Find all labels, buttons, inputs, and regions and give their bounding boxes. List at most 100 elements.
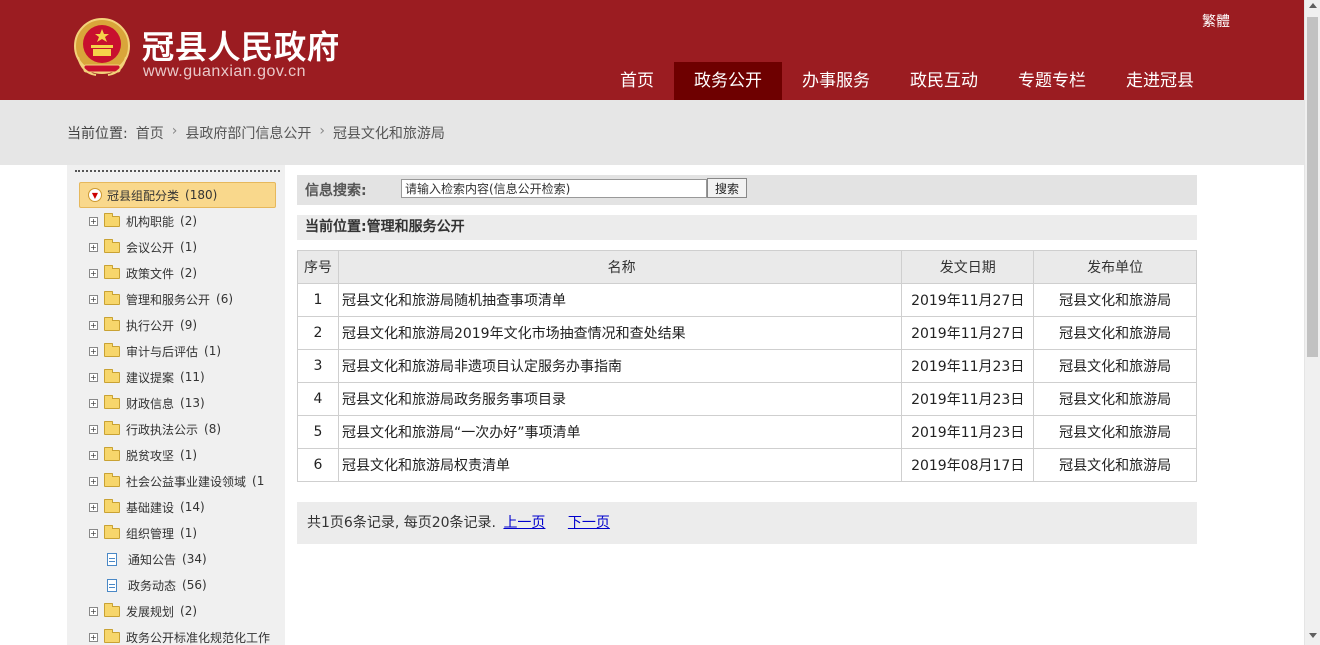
expand-icon[interactable]: + — [89, 242, 98, 252]
collapse-icon[interactable]: ▼ — [88, 188, 102, 202]
tree-item-label: 政务动态 — [128, 578, 177, 593]
tree-item-label: 基础建设 — [126, 500, 175, 515]
folder-icon — [104, 628, 120, 643]
category-sidebar: ▼ 冠县组配分类 (180) + 机构职能 (2) + 会议公开 (1) + 政策文件 (2) +… — [67, 165, 285, 645]
tree-item[interactable]: + 脱贫攻坚 (1) — [89, 442, 285, 468]
tree-item-count: (8) — [204, 422, 222, 436]
page-scrollbar[interactable] — [1304, 0, 1320, 645]
traditional-chinese-link[interactable]: 繁體 — [1202, 11, 1230, 31]
expand-icon[interactable]: + — [89, 606, 98, 616]
nav-special-topics[interactable]: 专题专栏 — [998, 62, 1106, 100]
expand-icon[interactable]: + — [89, 424, 98, 434]
scroll-up-arrow-icon[interactable] — [1309, 3, 1317, 8]
tree-item[interactable]: 通知公告 (34) — [89, 546, 285, 572]
row-title-link[interactable]: 冠县文化和旅游局非遗项目认定服务办事指南 — [337, 349, 903, 383]
expand-icon[interactable]: + — [89, 320, 98, 330]
expand-icon[interactable]: + — [89, 476, 98, 486]
expand-icon[interactable]: + — [89, 632, 98, 642]
tree-root[interactable]: ▼ 冠县组配分类 (180) — [79, 182, 276, 208]
row-date: 2019年11月27日 — [901, 283, 1035, 317]
tree-root-label: 冠县组配分类 — [107, 188, 180, 203]
site-header: 冠县人民政府 www.guanxian.gov.cn 繁體 首页 政务公开 办事… — [0, 0, 1304, 100]
expand-icon[interactable]: + — [89, 398, 98, 408]
folder-icon — [104, 394, 120, 409]
table-row: 5 冠县文化和旅游局“一次办好”事项清单 2019年11月23日 冠县文化和旅游局 — [297, 415, 1197, 449]
tree-item-count: (1) — [204, 344, 222, 358]
tree-list: + 机构职能 (2) + 会议公开 (1) + 政策文件 (2) + 管理和服务公开 (6) + 执行公开… — [89, 208, 285, 645]
tree-item[interactable]: + 管理和服务公开 (6) — [89, 286, 285, 312]
table-row: 4 冠县文化和旅游局政务服务事项目录 2019年11月23日 冠县文化和旅游局 — [297, 382, 1197, 416]
table-row: 6 冠县文化和旅游局权责清单 2019年08月17日 冠县文化和旅游局 — [297, 448, 1197, 482]
row-title-link[interactable]: 冠县文化和旅游局2019年文化市场抽查情况和查处结果 — [337, 316, 903, 350]
row-title-link[interactable]: 冠县文化和旅游局“一次办好”事项清单 — [337, 415, 903, 449]
folder-icon — [104, 498, 120, 513]
tree-item[interactable]: + 组织管理 (1) — [89, 520, 285, 546]
document-icon — [107, 552, 117, 566]
tree-item[interactable]: + 政策文件 (2) — [89, 260, 285, 286]
tree-item[interactable]: + 行政执法公示 (8) — [89, 416, 285, 442]
expand-icon[interactable]: + — [89, 450, 98, 460]
folder-icon — [104, 368, 120, 383]
tree-item[interactable]: + 基础建设 (14) — [89, 494, 285, 520]
row-number: 4 — [297, 382, 339, 416]
scroll-down-arrow-icon[interactable] — [1309, 633, 1317, 638]
tree-item-label: 发展规划 — [126, 604, 175, 619]
nav-government-affairs[interactable]: 政务公开 — [674, 62, 782, 100]
search-input[interactable] — [401, 179, 707, 198]
site-title[interactable]: 冠县人民政府 — [142, 22, 340, 68]
breadcrumb-culture-bureau[interactable]: 冠县文化和旅游局 — [333, 123, 445, 143]
row-title-link[interactable]: 冠县文化和旅游局政务服务事项目录 — [337, 382, 903, 416]
folder-icon — [104, 446, 120, 461]
row-number: 5 — [297, 415, 339, 449]
tree-item[interactable]: + 执行公开 (9) — [89, 312, 285, 338]
tree-item-count: (56) — [182, 578, 207, 592]
header-name: 名称 — [337, 250, 903, 284]
tree-item-label: 建议提案 — [126, 370, 175, 385]
folder-icon — [104, 524, 120, 539]
nav-interaction[interactable]: 政民互动 — [890, 62, 998, 100]
main-nav: 首页 政务公开 办事服务 政民互动 专题专栏 走进冠县 — [600, 62, 1214, 100]
nav-services[interactable]: 办事服务 — [782, 62, 890, 100]
row-title-link[interactable]: 冠县文化和旅游局权责清单 — [337, 448, 903, 482]
document-table: 序号 名称 发文日期 发布单位 1 冠县文化和旅游局随机抽查事项清单 2019年11… — [297, 250, 1197, 482]
breadcrumb-home[interactable]: 首页 — [136, 123, 164, 143]
pagination: 共1页6条记录, 每页20条记录. 上一页 下一页 — [297, 502, 1197, 544]
row-unit: 冠县文化和旅游局 — [1033, 349, 1197, 383]
document-icon — [107, 578, 117, 592]
tree-item-label: 政策文件 — [126, 266, 175, 281]
tree-item-count: (14) — [180, 500, 205, 514]
tree-item[interactable]: + 会议公开 (1) — [89, 234, 285, 260]
tree-item-label: 执行公开 — [126, 318, 175, 333]
nav-home[interactable]: 首页 — [600, 62, 674, 100]
nav-about-county[interactable]: 走进冠县 — [1106, 62, 1214, 100]
prev-page-link[interactable]: 上一页 — [503, 515, 545, 531]
tree-item-count: (13) — [180, 396, 205, 410]
tree-item[interactable]: + 建议提案 (11) — [89, 364, 285, 390]
expand-icon[interactable]: + — [89, 528, 98, 538]
scroll-thumb[interactable] — [1307, 17, 1318, 357]
table-header-row: 序号 名称 发文日期 发布单位 — [297, 250, 1197, 284]
row-date: 2019年08月17日 — [901, 448, 1035, 482]
national-emblem-icon[interactable] — [72, 17, 132, 79]
expand-icon[interactable]: + — [89, 372, 98, 382]
tree-item-count: (1) — [180, 448, 198, 462]
row-title-link[interactable]: 冠县文化和旅游局随机抽查事项清单 — [337, 283, 903, 317]
row-number: 3 — [297, 349, 339, 383]
next-page-link[interactable]: 下一页 — [568, 515, 610, 531]
expand-icon[interactable]: + — [89, 346, 98, 356]
expand-icon[interactable]: + — [89, 268, 98, 278]
tree-item[interactable]: 政务动态 (56) — [89, 572, 285, 598]
breadcrumb-dept-info[interactable]: 县政府部门信息公开 — [185, 123, 311, 143]
expand-icon[interactable]: + — [89, 216, 98, 226]
expand-icon[interactable]: + — [89, 502, 98, 512]
current-position: 当前位置:管理和服务公开 — [297, 215, 1197, 240]
tree-item[interactable]: + 机构职能 (2) — [89, 208, 285, 234]
expand-icon[interactable]: + — [89, 294, 98, 304]
tree-item[interactable]: + 发展规划 (2) — [89, 598, 285, 624]
tree-item[interactable]: + 社会公益事业建设领域 (1 — [89, 468, 285, 494]
search-button[interactable]: 搜索 — [707, 178, 747, 198]
row-date: 2019年11月23日 — [901, 415, 1035, 449]
tree-item[interactable]: + 政务公开标准化规范化工作 — [89, 624, 285, 645]
tree-item[interactable]: + 财政信息 (13) — [89, 390, 285, 416]
tree-item[interactable]: + 审计与后评估 (1) — [89, 338, 285, 364]
